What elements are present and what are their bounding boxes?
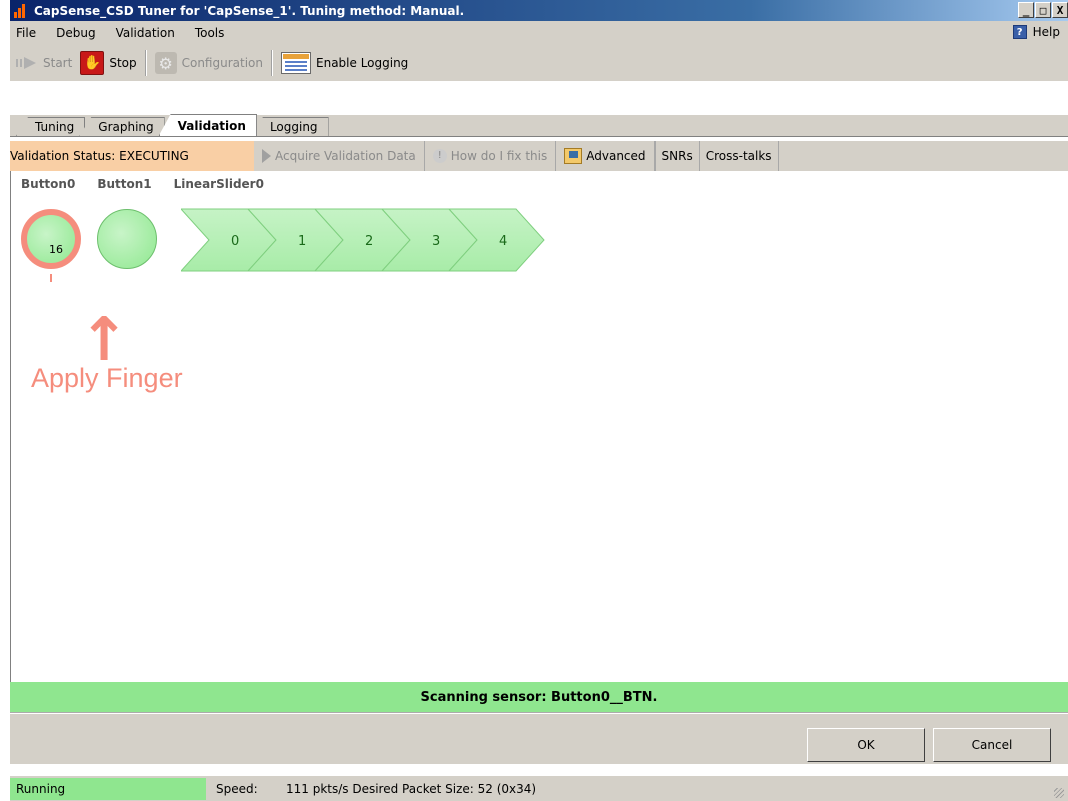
scan-status-bar: Scanning sensor: Button0__BTN. <box>10 682 1068 712</box>
button0-indicator-stem <box>50 274 52 282</box>
crosstalks-button[interactable]: Cross-talks <box>700 141 779 171</box>
menu-file[interactable]: File <box>16 26 36 40</box>
help-icon: ? <box>1012 25 1027 39</box>
configuration-label: Configuration <box>181 56 263 70</box>
acquire-validation-button[interactable]: Acquire Validation Data <box>254 141 425 171</box>
sensor-labels: Button0 Button1 LinearSlider0 <box>21 177 264 191</box>
advanced-label: Advanced <box>586 149 646 163</box>
slider-segment-label: 0 <box>231 234 239 249</box>
slider-segment-label: 4 <box>499 234 507 249</box>
how-fix-label: How do I fix this <box>450 149 548 163</box>
tab-strip: Tuning Graphing Validation Logging <box>10 114 1068 137</box>
toolbar-separator <box>144 50 147 76</box>
running-status: Running <box>10 777 206 800</box>
window-titlebar: CapSense_CSD Tuner for 'CapSense_1'. Tun… <box>10 0 1068 21</box>
status-bar: Running Speed: 111 pkts/s Desired Packet… <box>10 776 1068 801</box>
slider-segment-label: 2 <box>365 234 373 249</box>
advanced-icon <box>564 148 583 164</box>
button0-sensor[interactable]: 16 <box>21 209 81 269</box>
resize-grip[interactable] <box>1054 788 1064 798</box>
toolbar: Start ✋ Stop ⚙ Configuration Enable Logg… <box>10 45 1068 81</box>
log-table-icon <box>281 52 311 74</box>
maximize-button[interactable]: □ <box>1035 2 1051 18</box>
enable-logging-button[interactable]: Enable Logging <box>281 52 408 74</box>
gear-icon: ⚙ <box>154 52 177 74</box>
toolbar-separator <box>271 50 273 76</box>
configuration-button[interactable]: ⚙ Configuration <box>154 52 263 74</box>
help-label: Help <box>1032 25 1060 39</box>
sensor-label-button1: Button1 <box>97 177 152 191</box>
button0-value: 16 <box>49 243 63 256</box>
ok-button[interactable]: OK <box>807 728 925 762</box>
start-button[interactable]: Start <box>16 55 72 71</box>
tab-logging[interactable]: Logging <box>250 117 329 136</box>
help-circle-icon: ! <box>432 149 447 163</box>
tab-validation[interactable]: Validation <box>158 114 257 136</box>
arrow-up-icon: ↑ <box>79 305 130 375</box>
button1-sensor[interactable] <box>97 209 157 269</box>
minimize-button[interactable]: _ <box>1018 2 1034 18</box>
app-icon <box>14 3 30 18</box>
start-icon <box>16 55 38 71</box>
stop-hand-icon: ✋ <box>80 51 105 75</box>
sensor-canvas: Button0 Button1 LinearSlider0 16 0 1 2 3 4 ↑… <box>10 171 1068 682</box>
snrs-button[interactable]: SNRs <box>654 141 700 171</box>
advanced-button[interactable]: Advanced <box>556 141 655 171</box>
stop-label: Stop <box>109 56 137 70</box>
window-title: CapSense_CSD Tuner for 'CapSense_1'. Tun… <box>34 3 465 18</box>
close-button[interactable]: X <box>1052 2 1068 18</box>
menu-debug[interactable]: Debug <box>56 26 95 40</box>
acquire-label: Acquire Validation Data <box>275 149 416 163</box>
sensor-label-button0: Button0 <box>21 177 76 191</box>
stop-button[interactable]: ✋ Stop <box>80 51 137 75</box>
speed-value: 111 pkts/s Desired Packet Size: 52 (0x34… <box>286 781 537 796</box>
start-label: Start <box>43 56 73 70</box>
menu-tools[interactable]: Tools <box>195 26 225 40</box>
tab-tuning[interactable]: Tuning <box>16 117 86 136</box>
tab-graphing[interactable]: Graphing <box>79 117 165 136</box>
slider-segment-label: 3 <box>432 234 440 249</box>
apply-finger-instruction: Apply Finger <box>31 363 183 393</box>
validation-status: Validation Status: EXECUTING <box>10 141 254 171</box>
cancel-button[interactable]: Cancel <box>933 728 1051 762</box>
help-menu[interactable]: ? Help <box>1012 25 1060 39</box>
menu-spacer: File Debug Validation Tools ? Help <box>10 21 1068 45</box>
validation-toolbar: Validation Status: EXECUTING Acquire Val… <box>10 141 1068 171</box>
slider-segment-label: 1 <box>298 234 306 249</box>
menu-validation[interactable]: Validation <box>116 26 175 40</box>
enable-logging-label: Enable Logging <box>316 56 409 70</box>
dialog-footer: OK Cancel <box>10 712 1068 764</box>
play-icon <box>262 149 271 163</box>
how-fix-button[interactable]: ! How do I fix this <box>425 141 557 171</box>
linear-slider[interactable]: 0 1 2 3 4 <box>181 207 551 273</box>
sensor-label-slider: LinearSlider0 <box>173 177 264 191</box>
speed-label: Speed: <box>216 781 258 796</box>
